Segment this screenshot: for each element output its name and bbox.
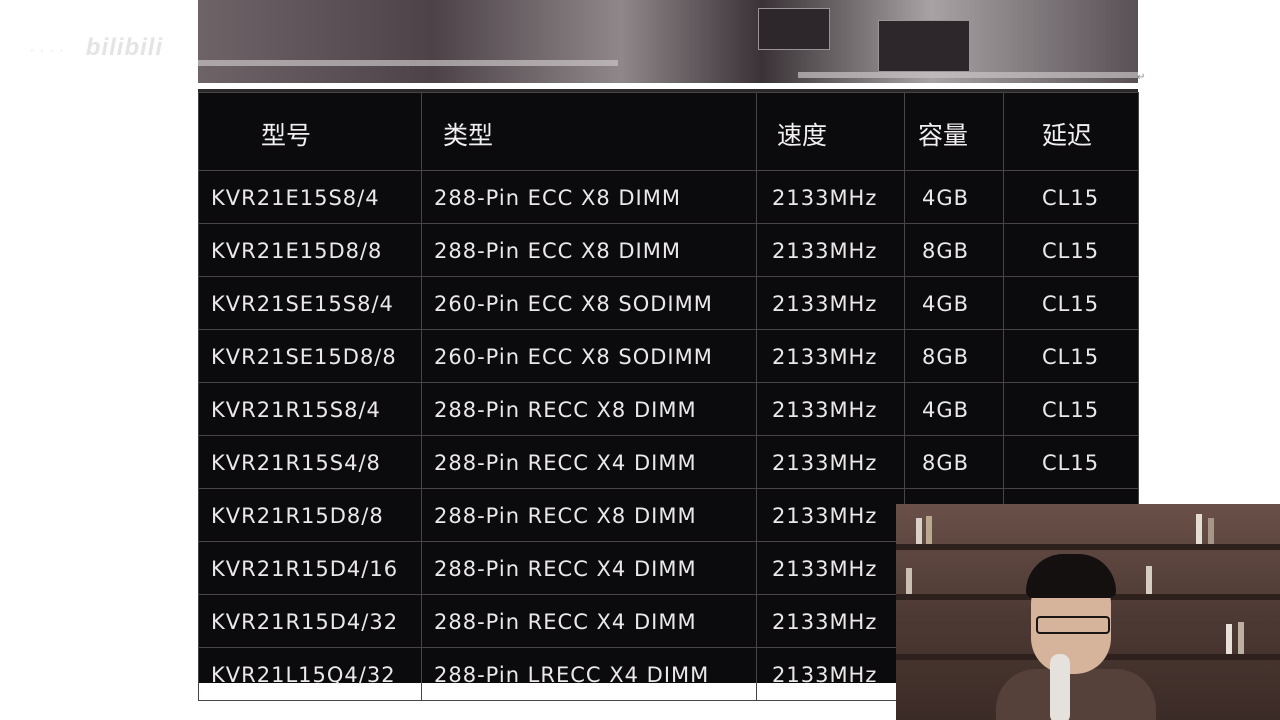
table-row: KVR21SE15S8/4 260-Pin ECC X8 SODIMM 2133… — [198, 276, 1139, 330]
bookshelf-graphic — [896, 544, 1280, 550]
pcb-rail-graphic — [198, 60, 618, 66]
webcam-overlay — [896, 504, 1280, 720]
cell-model: KVR21R15S8/4 — [198, 382, 422, 436]
bilibili-logo-icon: bilibili — [85, 34, 164, 61]
cell-type: 288-Pin ECC X8 DIMM — [421, 170, 757, 224]
cell-speed: 2133MHz — [756, 276, 905, 330]
memory-chip-graphic — [758, 8, 830, 50]
cell-latency: CL15 — [1003, 435, 1139, 489]
cell-speed: 2133MHz — [756, 647, 905, 701]
person-jacket — [996, 669, 1156, 720]
book-graphic — [926, 516, 932, 544]
cell-model: KVR21E15D8/8 — [198, 223, 422, 277]
cell-speed: 2133MHz — [756, 488, 905, 542]
header-model: 型号 — [198, 92, 422, 171]
book-graphic — [1238, 622, 1244, 654]
cell-model: KVR21R15S4/8 — [198, 435, 422, 489]
cell-latency: CL15 — [1003, 170, 1139, 224]
cell-type: 288-Pin LRECC X4 DIMM — [421, 647, 757, 701]
watermark: · · · · bilibili — [30, 34, 163, 62]
cell-model: KVR21R15D8/8 — [198, 488, 422, 542]
book-graphic — [916, 518, 922, 544]
microphone-graphic — [1050, 654, 1070, 720]
glasses-graphic — [1036, 616, 1110, 634]
header-capacity: 容量 — [904, 92, 1004, 171]
return-mark-icon: ↵ — [1137, 72, 1146, 83]
table-row: KVR21E15S8/4 288-Pin ECC X8 DIMM 2133MHz… — [198, 170, 1139, 224]
cell-latency: CL15 — [1003, 329, 1139, 383]
cell-capacity: 4GB — [904, 382, 1004, 436]
watermark-text: · · · · — [30, 43, 66, 58]
cell-capacity: 8GB — [904, 223, 1004, 277]
book-graphic — [1146, 566, 1152, 594]
header-speed: 速度 — [756, 92, 905, 171]
header-latency: 延迟 — [1003, 92, 1139, 171]
cell-model: KVR21R15D4/16 — [198, 541, 422, 595]
cell-capacity: 8GB — [904, 329, 1004, 383]
cell-speed: 2133MHz — [756, 541, 905, 595]
cell-speed: 2133MHz — [756, 435, 905, 489]
cell-model: KVR21R15D4/32 — [198, 594, 422, 648]
table-row: KVR21SE15D8/8 260-Pin ECC X8 SODIMM 2133… — [198, 329, 1139, 383]
cell-type: 260-Pin ECC X8 SODIMM — [421, 329, 757, 383]
cell-model: KVR21SE15S8/4 — [198, 276, 422, 330]
cell-model: KVR21L15Q4/32 — [198, 647, 422, 701]
banner-photo — [198, 0, 1138, 83]
cell-capacity: 8GB — [904, 435, 1004, 489]
cell-latency: CL15 — [1003, 382, 1139, 436]
cell-type: 288-Pin RECC X8 DIMM — [421, 488, 757, 542]
cell-speed: 2133MHz — [756, 382, 905, 436]
cell-type: 288-Pin RECC X8 DIMM — [421, 382, 757, 436]
cell-type: 288-Pin RECC X4 DIMM — [421, 541, 757, 595]
book-graphic — [1226, 624, 1232, 654]
cell-model: KVR21SE15D8/8 — [198, 329, 422, 383]
cell-capacity: 4GB — [904, 276, 1004, 330]
pcb-rail-graphic — [798, 72, 1138, 78]
cell-type: 260-Pin ECC X8 SODIMM — [421, 276, 757, 330]
book-graphic — [1196, 514, 1202, 544]
cell-speed: 2133MHz — [756, 223, 905, 277]
table-row: KVR21R15S8/4 288-Pin RECC X8 DIMM 2133MH… — [198, 382, 1139, 436]
cell-speed: 2133MHz — [756, 329, 905, 383]
cell-model: KVR21E15S8/4 — [198, 170, 422, 224]
table-row: KVR21E15D8/8 288-Pin ECC X8 DIMM 2133MHz… — [198, 223, 1139, 277]
cell-type: 288-Pin ECC X8 DIMM — [421, 223, 757, 277]
person-hair — [1026, 554, 1116, 598]
cell-capacity: 4GB — [904, 170, 1004, 224]
cell-speed: 2133MHz — [756, 170, 905, 224]
cell-latency: CL15 — [1003, 276, 1139, 330]
cell-type: 288-Pin RECC X4 DIMM — [421, 594, 757, 648]
header-type: 类型 — [421, 92, 757, 171]
book-graphic — [906, 568, 912, 594]
cell-speed: 2133MHz — [756, 594, 905, 648]
cell-type: 288-Pin RECC X4 DIMM — [421, 435, 757, 489]
memory-chip-graphic — [878, 20, 970, 72]
book-graphic — [1208, 518, 1214, 544]
table-header-row: 型号 类型 速度 容量 延迟 — [198, 92, 1139, 171]
table-row: KVR21R15S4/8 288-Pin RECC X4 DIMM 2133MH… — [198, 435, 1139, 489]
cell-latency: CL15 — [1003, 223, 1139, 277]
